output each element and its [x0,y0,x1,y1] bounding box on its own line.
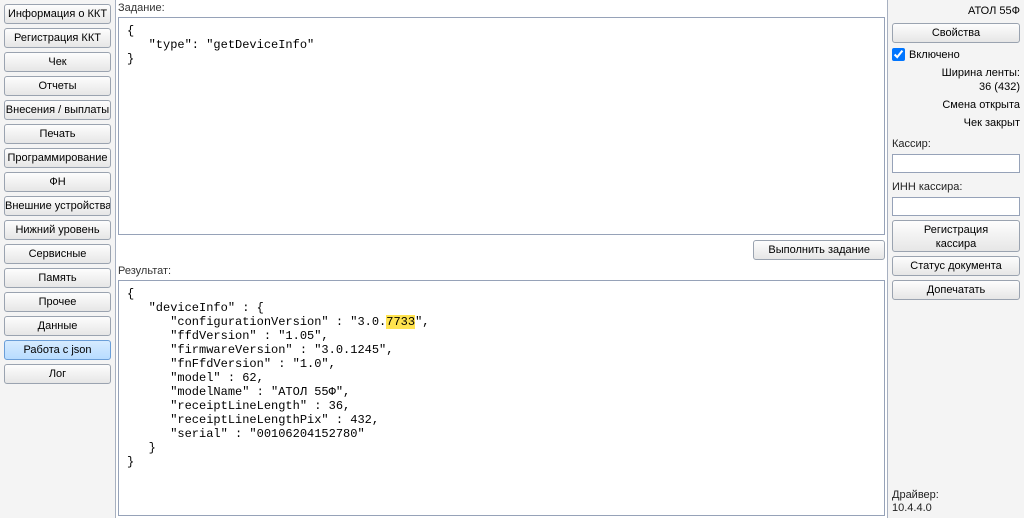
sidebar-item-receipt[interactable]: Чек [4,52,111,72]
result-text-before: { "deviceInfo" : { "configurationVersion… [127,287,386,329]
result-text-after: ", "ffdVersion" : "1.05", "firmwareVersi… [127,315,429,469]
device-title: АТОЛ 55Ф [892,3,1020,19]
sidebar-item-low-level[interactable]: Нижний уровень [4,220,111,240]
sidebar-item-print[interactable]: Печать [4,124,111,144]
sidebar-item-ext-devices[interactable]: Внешние устройства [4,196,111,216]
tape-width-value: 36 (432) [892,80,1020,94]
task-textarea[interactable]: { "type": "getDeviceInfo" } [118,17,885,235]
enabled-checkbox-label: Включено [909,49,960,61]
register-cashier-button[interactable]: Регистрация кассира [892,220,1020,252]
sidebar-item-kkt-register[interactable]: Регистрация ККТ [4,28,111,48]
sidebar-item-service[interactable]: Сервисные [4,244,111,264]
sidebar-item-misc[interactable]: Прочее [4,292,111,312]
sidebar-item-cash-inout[interactable]: Внесения / выплаты [4,100,111,120]
sidebar-item-log[interactable]: Лог [4,364,111,384]
cashier-label: Кассир: [892,134,1020,150]
sidebar-item-memory[interactable]: Память [4,268,111,288]
reprint-button[interactable]: Допечатать [892,280,1020,300]
sidebar-item-programming[interactable]: Программирование [4,148,111,168]
execute-task-button[interactable]: Выполнить задание [753,240,885,260]
sidebar-item-fn[interactable]: ФН [4,172,111,192]
document-status-button[interactable]: Статус документа [892,256,1020,276]
sidebar-item-json[interactable]: Работа с json [4,340,111,360]
properties-button[interactable]: Свойства [892,23,1020,43]
result-label: Результат: [118,265,885,278]
right-pane: АТОЛ 55Ф Свойства Включено Ширина ленты:… [888,0,1024,518]
cashier-inn-input[interactable] [892,197,1020,216]
sidebar-item-data[interactable]: Данные [4,316,111,336]
result-textarea[interactable]: { "deviceInfo" : { "configurationVersion… [118,280,885,516]
shift-state: Смена открыта [892,98,1020,112]
sidebar-item-reports[interactable]: Отчеты [4,76,111,96]
tape-width-label: Ширина ленты: [892,66,1020,80]
driver-version: 10.4.4.0 [892,502,1020,515]
cashier-inn-label: ИНН кассира: [892,177,1020,193]
enabled-checkbox-row[interactable]: Включено [892,47,1020,62]
cashier-input[interactable] [892,154,1020,173]
sidebar-item-kkt-info[interactable]: Информация о ККТ [4,4,111,24]
left-sidebar: Информация о ККТ Регистрация ККТ Чек Отч… [0,0,116,518]
enabled-checkbox[interactable] [892,48,905,61]
center-pane: Задание: { "type": "getDeviceInfo" } Вып… [116,0,888,518]
task-label: Задание: [118,2,885,15]
receipt-state: Чек закрыт [892,116,1020,130]
result-highlight: 7733 [386,315,415,329]
driver-label: Драйвер: [892,489,1020,502]
